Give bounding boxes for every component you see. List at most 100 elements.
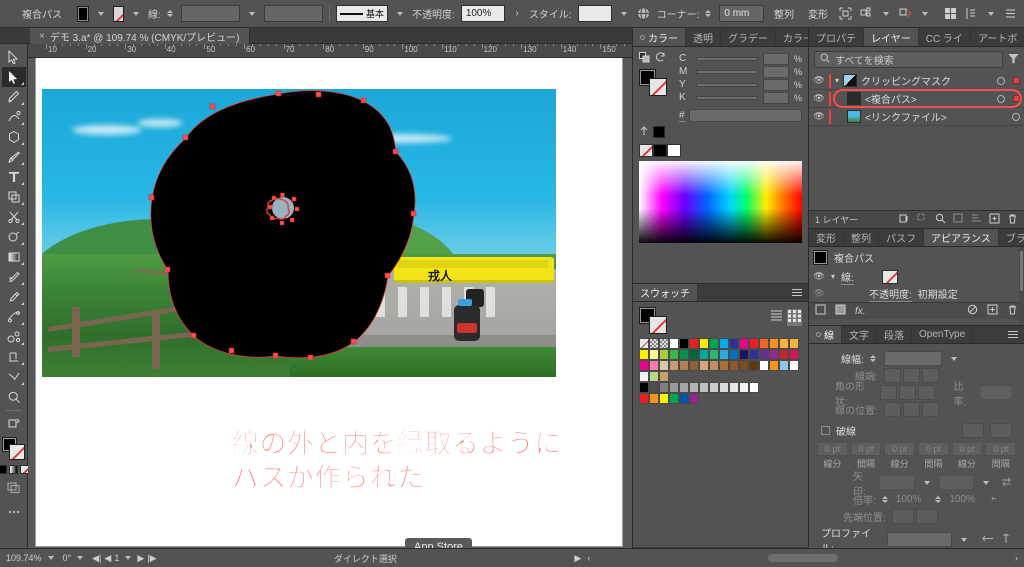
chevron-down-icon[interactable]	[77, 556, 83, 560]
swatch[interactable]	[749, 360, 759, 371]
swatch[interactable]	[649, 393, 659, 404]
swatch[interactable]	[639, 371, 649, 382]
swatch[interactable]	[709, 349, 719, 360]
swatch[interactable]	[779, 360, 789, 371]
variable-width-profile-input[interactable]	[264, 5, 323, 22]
search-icon[interactable]	[935, 213, 946, 226]
compound-path-artwork[interactable]	[36, 58, 622, 456]
swatch[interactable]	[729, 349, 739, 360]
appearance-stroke-label[interactable]: 線:	[841, 269, 854, 285]
dash-value-input[interactable]: 0 pt	[918, 442, 949, 456]
dash-value-input[interactable]: 0 pt	[817, 442, 848, 456]
fill-color-swatch[interactable]	[77, 6, 88, 22]
swatch[interactable]	[769, 338, 779, 349]
add-new-fill-icon[interactable]	[835, 304, 846, 318]
stroke-panel-menu-icon[interactable]	[1002, 326, 1024, 343]
tab-transform[interactable]: 変形	[809, 229, 844, 246]
arrange-documents-icon[interactable]	[943, 6, 958, 21]
dash-value-input[interactable]: 0 pt	[851, 442, 882, 456]
artboard-number[interactable]: 1	[114, 553, 119, 563]
tab-brushes[interactable]: ブラシ	[999, 229, 1024, 246]
swatch[interactable]	[689, 393, 699, 404]
swatch[interactable]	[679, 393, 689, 404]
dash-preserve-exact-icon[interactable]	[962, 423, 984, 438]
new-layer-icon[interactable]	[989, 213, 1000, 226]
color-ramp-toggle-icon[interactable]	[639, 125, 649, 139]
new-sublayer-icon[interactable]	[971, 213, 982, 226]
channel-value-input[interactable]	[763, 53, 789, 65]
miter-ratio-input[interactable]	[980, 385, 1012, 400]
swatch[interactable]	[729, 382, 739, 393]
gradient-tool[interactable]	[2, 247, 26, 267]
symbol-sprayer-tool[interactable]	[2, 327, 26, 347]
black-color-icon[interactable]	[653, 144, 667, 157]
paintbrush-tool[interactable]	[2, 147, 26, 167]
rotation-control[interactable]: 0°	[63, 553, 87, 563]
layer-row-compound-path[interactable]: 👁 <複合パス>	[809, 90, 1024, 108]
delete-layer-icon[interactable]	[1007, 213, 1018, 226]
stroke-weight-chevron-down-icon[interactable]	[249, 12, 255, 16]
align-button[interactable]: 整列	[770, 4, 798, 23]
swatch[interactable]	[709, 382, 719, 393]
selection-square-icon[interactable]	[1013, 95, 1020, 102]
swatch[interactable]	[719, 349, 729, 360]
selection-tool[interactable]	[2, 47, 26, 67]
swatches-panel-menu-icon[interactable]	[786, 284, 808, 301]
opacity-input[interactable]: 100%	[461, 5, 506, 22]
channel-value-input[interactable]	[763, 79, 789, 91]
tab-swatches[interactable]: スウォッチ	[633, 284, 698, 301]
grid-view-icon[interactable]	[787, 309, 802, 326]
miter-join-icon[interactable]	[880, 385, 897, 400]
zoom-tool[interactable]	[2, 387, 26, 407]
arrow-scale-stepper[interactable]	[935, 496, 941, 503]
target-circle-icon[interactable]	[1012, 113, 1020, 121]
add-new-effect-fx-icon[interactable]: fx.	[855, 306, 866, 317]
swatch[interactable]	[639, 349, 649, 360]
visibility-eye-icon[interactable]: 👁	[813, 93, 825, 104]
first-artboard-icon[interactable]: ◀|	[92, 553, 101, 564]
free-transform-tool[interactable]	[2, 187, 26, 207]
list-view-icon[interactable]	[770, 309, 783, 326]
chevron-down-icon[interactable]	[951, 357, 957, 361]
next-artboard-icon[interactable]: ▶	[137, 553, 144, 564]
tab-color[interactable]: カラー	[633, 28, 686, 46]
stroke-proxy-swatch[interactable]	[649, 78, 667, 96]
visibility-eye-icon[interactable]: 👁	[813, 75, 825, 86]
scissors-tool[interactable]	[2, 207, 26, 227]
appearance-stroke-swatch[interactable]	[882, 270, 898, 284]
swatch[interactable]	[689, 360, 699, 371]
tab-artboards[interactable]: アートボ	[971, 28, 1024, 46]
flip-along-icon[interactable]	[982, 533, 994, 547]
swatch[interactable]	[679, 338, 689, 349]
swatch[interactable]	[649, 338, 659, 349]
arrow-end-select[interactable]	[939, 475, 974, 490]
artboard-navigation[interactable]: ◀| ◀ 1 ▶ |▶	[92, 553, 156, 564]
previous-artboard-icon[interactable]: ◀	[104, 553, 111, 564]
document-tab[interactable]: × デモ 3.a* @ 109.74 % (CMYK/プレビュー)	[30, 28, 250, 44]
slice-tool[interactable]	[2, 367, 26, 387]
layer-row-linked-file[interactable]: 👁 <リンクファイル>	[809, 108, 1024, 126]
swatch[interactable]	[639, 382, 649, 393]
appearance-scrollbar[interactable]	[1019, 247, 1024, 325]
chevron-down-icon[interactable]: ▾	[831, 272, 835, 281]
swatch[interactable]	[739, 338, 749, 349]
tab-stroke[interactable]: 線	[809, 326, 842, 343]
recolor-artwork-icon[interactable]	[898, 6, 913, 21]
graphic-style-swatch[interactable]	[578, 5, 612, 22]
swatch[interactable]	[749, 338, 759, 349]
chevron-down-icon[interactable]	[983, 481, 989, 485]
layer-name[interactable]: <複合パス>	[865, 91, 917, 106]
filter-icon[interactable]	[1008, 53, 1019, 67]
fill-chevron-down-icon[interactable]	[98, 12, 104, 16]
current-tool-status[interactable]: ダイレクト選択	[334, 552, 397, 565]
layer-row-clipping-mask[interactable]: 👁 ▾ クリッピングマスク	[809, 72, 1024, 90]
dash-value-input[interactable]: 0 pt	[884, 442, 915, 456]
swatch[interactable]	[679, 349, 689, 360]
swatch[interactable]	[759, 360, 769, 371]
document-setup-globe-icon[interactable]	[636, 6, 651, 21]
arrow-scale-end-value[interactable]: 100%	[949, 494, 975, 505]
swatch[interactable]	[779, 349, 789, 360]
swatch[interactable]	[749, 349, 759, 360]
round-join-icon[interactable]	[899, 385, 916, 400]
dash-align-corners-icon[interactable]	[990, 423, 1012, 438]
